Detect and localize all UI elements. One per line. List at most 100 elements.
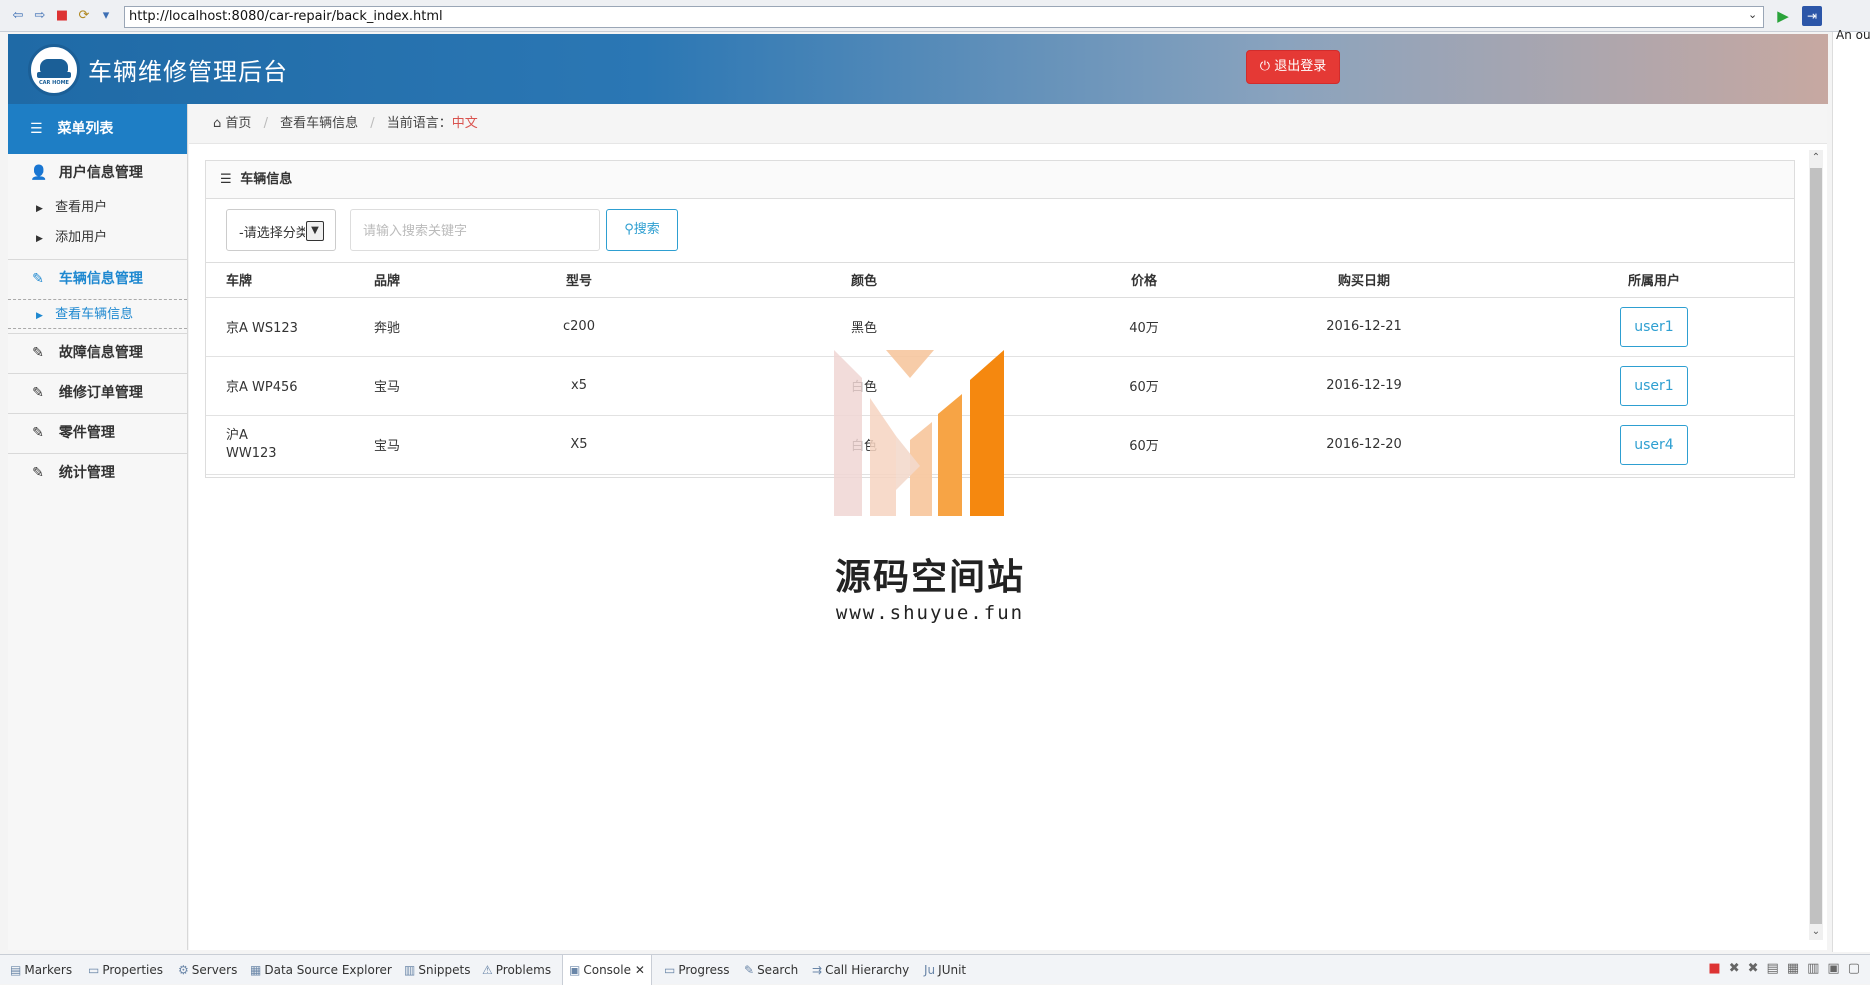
chevron-down-icon[interactable]: ⌄ — [1809, 924, 1823, 940]
submenu-label: 添加用户 — [55, 230, 108, 245]
table-header-row: 车牌 品牌 型号 颜色 价格 购买日期 所属用户 — [206, 263, 1794, 298]
column-header: 品牌 — [354, 263, 504, 298]
menu-parts[interactable]: ✎ 零件管理 — [8, 414, 187, 453]
logout-button[interactable]: ⏻ 退出登录 — [1246, 50, 1340, 84]
category-select[interactable]: -请选择分类- ▼ — [226, 209, 336, 251]
tab-console[interactable]: ▣ Console ✕ — [562, 955, 652, 985]
remove-all-icon[interactable]: ✖ — [1748, 961, 1759, 976]
breadcrumb-lang-label: 当前语言： — [386, 116, 452, 131]
car-icon — [40, 59, 68, 73]
submenu-add-user[interactable]: ▶ 添加用户 — [8, 223, 187, 253]
tab-snippets[interactable]: ▥ Snippets — [404, 955, 470, 985]
user-button[interactable]: user1 — [1620, 306, 1688, 347]
cell-color: 黑色 — [654, 297, 1074, 357]
back-icon[interactable]: ⇦ — [10, 8, 26, 24]
scroll-lock-icon[interactable]: ▦ — [1787, 961, 1799, 976]
hierarchy-icon: ⇉ — [812, 963, 823, 977]
search-row: -请选择分类- ▼ ⚲搜索 — [206, 199, 1794, 263]
refresh-icon[interactable]: ⟳ — [76, 8, 92, 24]
console-icon: ▣ — [569, 963, 581, 977]
search-input[interactable] — [350, 209, 600, 251]
word-wrap-icon[interactable]: ▥ — [1807, 961, 1819, 976]
logo-text: CAR HOME — [39, 80, 69, 86]
scrollbar[interactable]: ⌃ ⌄ — [1809, 150, 1823, 940]
breadcrumb-lang-value[interactable]: 中文 — [452, 116, 478, 131]
menu-group-users: 👤 用户信息管理 ▶ 查看用户 ▶ 添加用户 — [8, 154, 187, 260]
cell-date: 2016-12-19 — [1214, 356, 1514, 416]
submenu-label: 查看用户 — [55, 200, 108, 215]
pin-console-icon[interactable]: ▣ — [1827, 961, 1839, 976]
ide-tab-bar: ▤ Markers ▭ Properties ⚙ Servers ▦ Data Sour… — [0, 954, 1870, 985]
tab-servers[interactable]: ⚙ Servers — [178, 955, 237, 985]
submenu-view-vehicles[interactable]: ▶ 查看车辆信息 — [8, 299, 187, 329]
address-dropdown-icon[interactable]: ⌄ — [1748, 8, 1757, 21]
edit-icon: ✎ — [32, 271, 44, 287]
scroll-thumb[interactable] — [1810, 168, 1822, 924]
user-button[interactable]: user4 — [1620, 424, 1688, 465]
cell-date: 2016-12-20 — [1214, 415, 1514, 475]
menu-vehicles[interactable]: ✎ 车辆信息管理 — [8, 260, 187, 299]
column-header: 购买日期 — [1214, 263, 1514, 298]
open-external-icon[interactable]: ⇥ — [1802, 6, 1822, 26]
junit-icon: Ju — [924, 963, 936, 977]
column-header: 颜色 — [654, 263, 1074, 298]
search-icon: ⚲ — [624, 222, 634, 237]
tab-markers[interactable]: ▤ Markers — [10, 955, 72, 985]
close-icon[interactable]: ✕ — [635, 963, 645, 977]
caret-right-icon: ▶ — [36, 311, 43, 321]
menu-orders[interactable]: ✎ 维修订单管理 — [8, 374, 187, 413]
menu-group-stats: ✎ 统计管理 — [8, 454, 187, 493]
menu-title-label: 菜单列表 — [57, 121, 114, 137]
snippets-icon: ▥ — [404, 963, 416, 977]
menu-orders-label: 维修订单管理 — [58, 385, 143, 401]
terminate-icon[interactable]: ■ — [1708, 961, 1720, 976]
cell-brand: 宝马 — [354, 415, 504, 475]
submenu-label: 查看车辆信息 — [55, 307, 134, 322]
column-header: 车牌 — [206, 263, 354, 298]
list-icon: ☰ — [220, 172, 232, 187]
history-dropdown-icon[interactable]: ▾ — [98, 8, 114, 24]
edit-icon: ✎ — [32, 465, 44, 481]
remove-icon[interactable]: ✖ — [1729, 961, 1740, 976]
cell-price: 60万 — [1074, 356, 1214, 416]
submenu-view-users[interactable]: ▶ 查看用户 — [8, 193, 187, 223]
tab-properties[interactable]: ▭ Properties — [88, 955, 163, 985]
tab-problems[interactable]: ⚠ Problems — [482, 955, 551, 985]
cell-date: 2016-12-21 — [1214, 297, 1514, 357]
caret-right-icon: ▶ — [36, 234, 43, 244]
properties-icon: ▭ — [88, 963, 100, 977]
forward-icon[interactable]: ⇨ — [32, 8, 48, 24]
menu-faults[interactable]: ✎ 故障信息管理 — [8, 334, 187, 373]
menu-users-label: 用户信息管理 — [58, 165, 143, 181]
menu-group-vehicles: ✎ 车辆信息管理 ▶ 查看车辆信息 — [8, 260, 187, 334]
menu-parts-label: 零件管理 — [58, 425, 115, 441]
panel-title: 车辆信息 — [240, 172, 293, 187]
tab-call-hierarchy[interactable]: ⇉ Call Hierarchy — [812, 955, 909, 985]
tab-search[interactable]: ✎ Search — [744, 955, 798, 985]
column-header: 所属用户 — [1514, 263, 1794, 298]
vehicle-panel: ☰ 车辆信息 -请选择分类- ▼ ⚲搜索 车牌 品牌 型号 颜色 价格 购买 — [205, 160, 1795, 478]
tab-junit[interactable]: Ju JUnit — [924, 955, 966, 985]
progress-icon: ▭ — [664, 963, 676, 977]
edit-icon: ✎ — [32, 345, 44, 361]
menu-group-faults: ✎ 故障信息管理 — [8, 334, 187, 374]
menu-stats[interactable]: ✎ 统计管理 — [8, 454, 187, 493]
display-console-icon[interactable]: ▢ — [1848, 961, 1860, 976]
chevron-up-icon[interactable]: ⌃ — [1809, 150, 1823, 166]
user-button[interactable]: user1 — [1620, 365, 1688, 406]
breadcrumb-home[interactable]: 首页 — [225, 116, 251, 131]
tab-data-source-explorer[interactable]: ▦ Data Source Explorer — [250, 955, 392, 985]
sidebar: ☰ 菜单列表 👤 用户信息管理 ▶ 查看用户 ▶ 添加用户 ✎ 车辆信息管理 ▶… — [8, 104, 188, 950]
cell-user: user4 — [1514, 415, 1794, 475]
menu-users[interactable]: 👤 用户信息管理 — [8, 154, 187, 193]
search-icon: ✎ — [744, 963, 755, 977]
logo: CAR HOME — [28, 44, 80, 96]
tab-progress[interactable]: ▭ Progress — [664, 955, 730, 985]
stop-icon[interactable]: ■ — [54, 8, 70, 24]
app-title: 车辆维修管理后台 — [88, 58, 288, 86]
address-bar[interactable]: http://localhost:8080/car-repair/back_in… — [124, 6, 1764, 28]
search-button[interactable]: ⚲搜索 — [606, 209, 678, 251]
go-icon[interactable]: ▶ — [1774, 7, 1792, 25]
clear-console-icon[interactable]: ▤ — [1767, 961, 1779, 976]
side-panel — [1832, 32, 1870, 952]
